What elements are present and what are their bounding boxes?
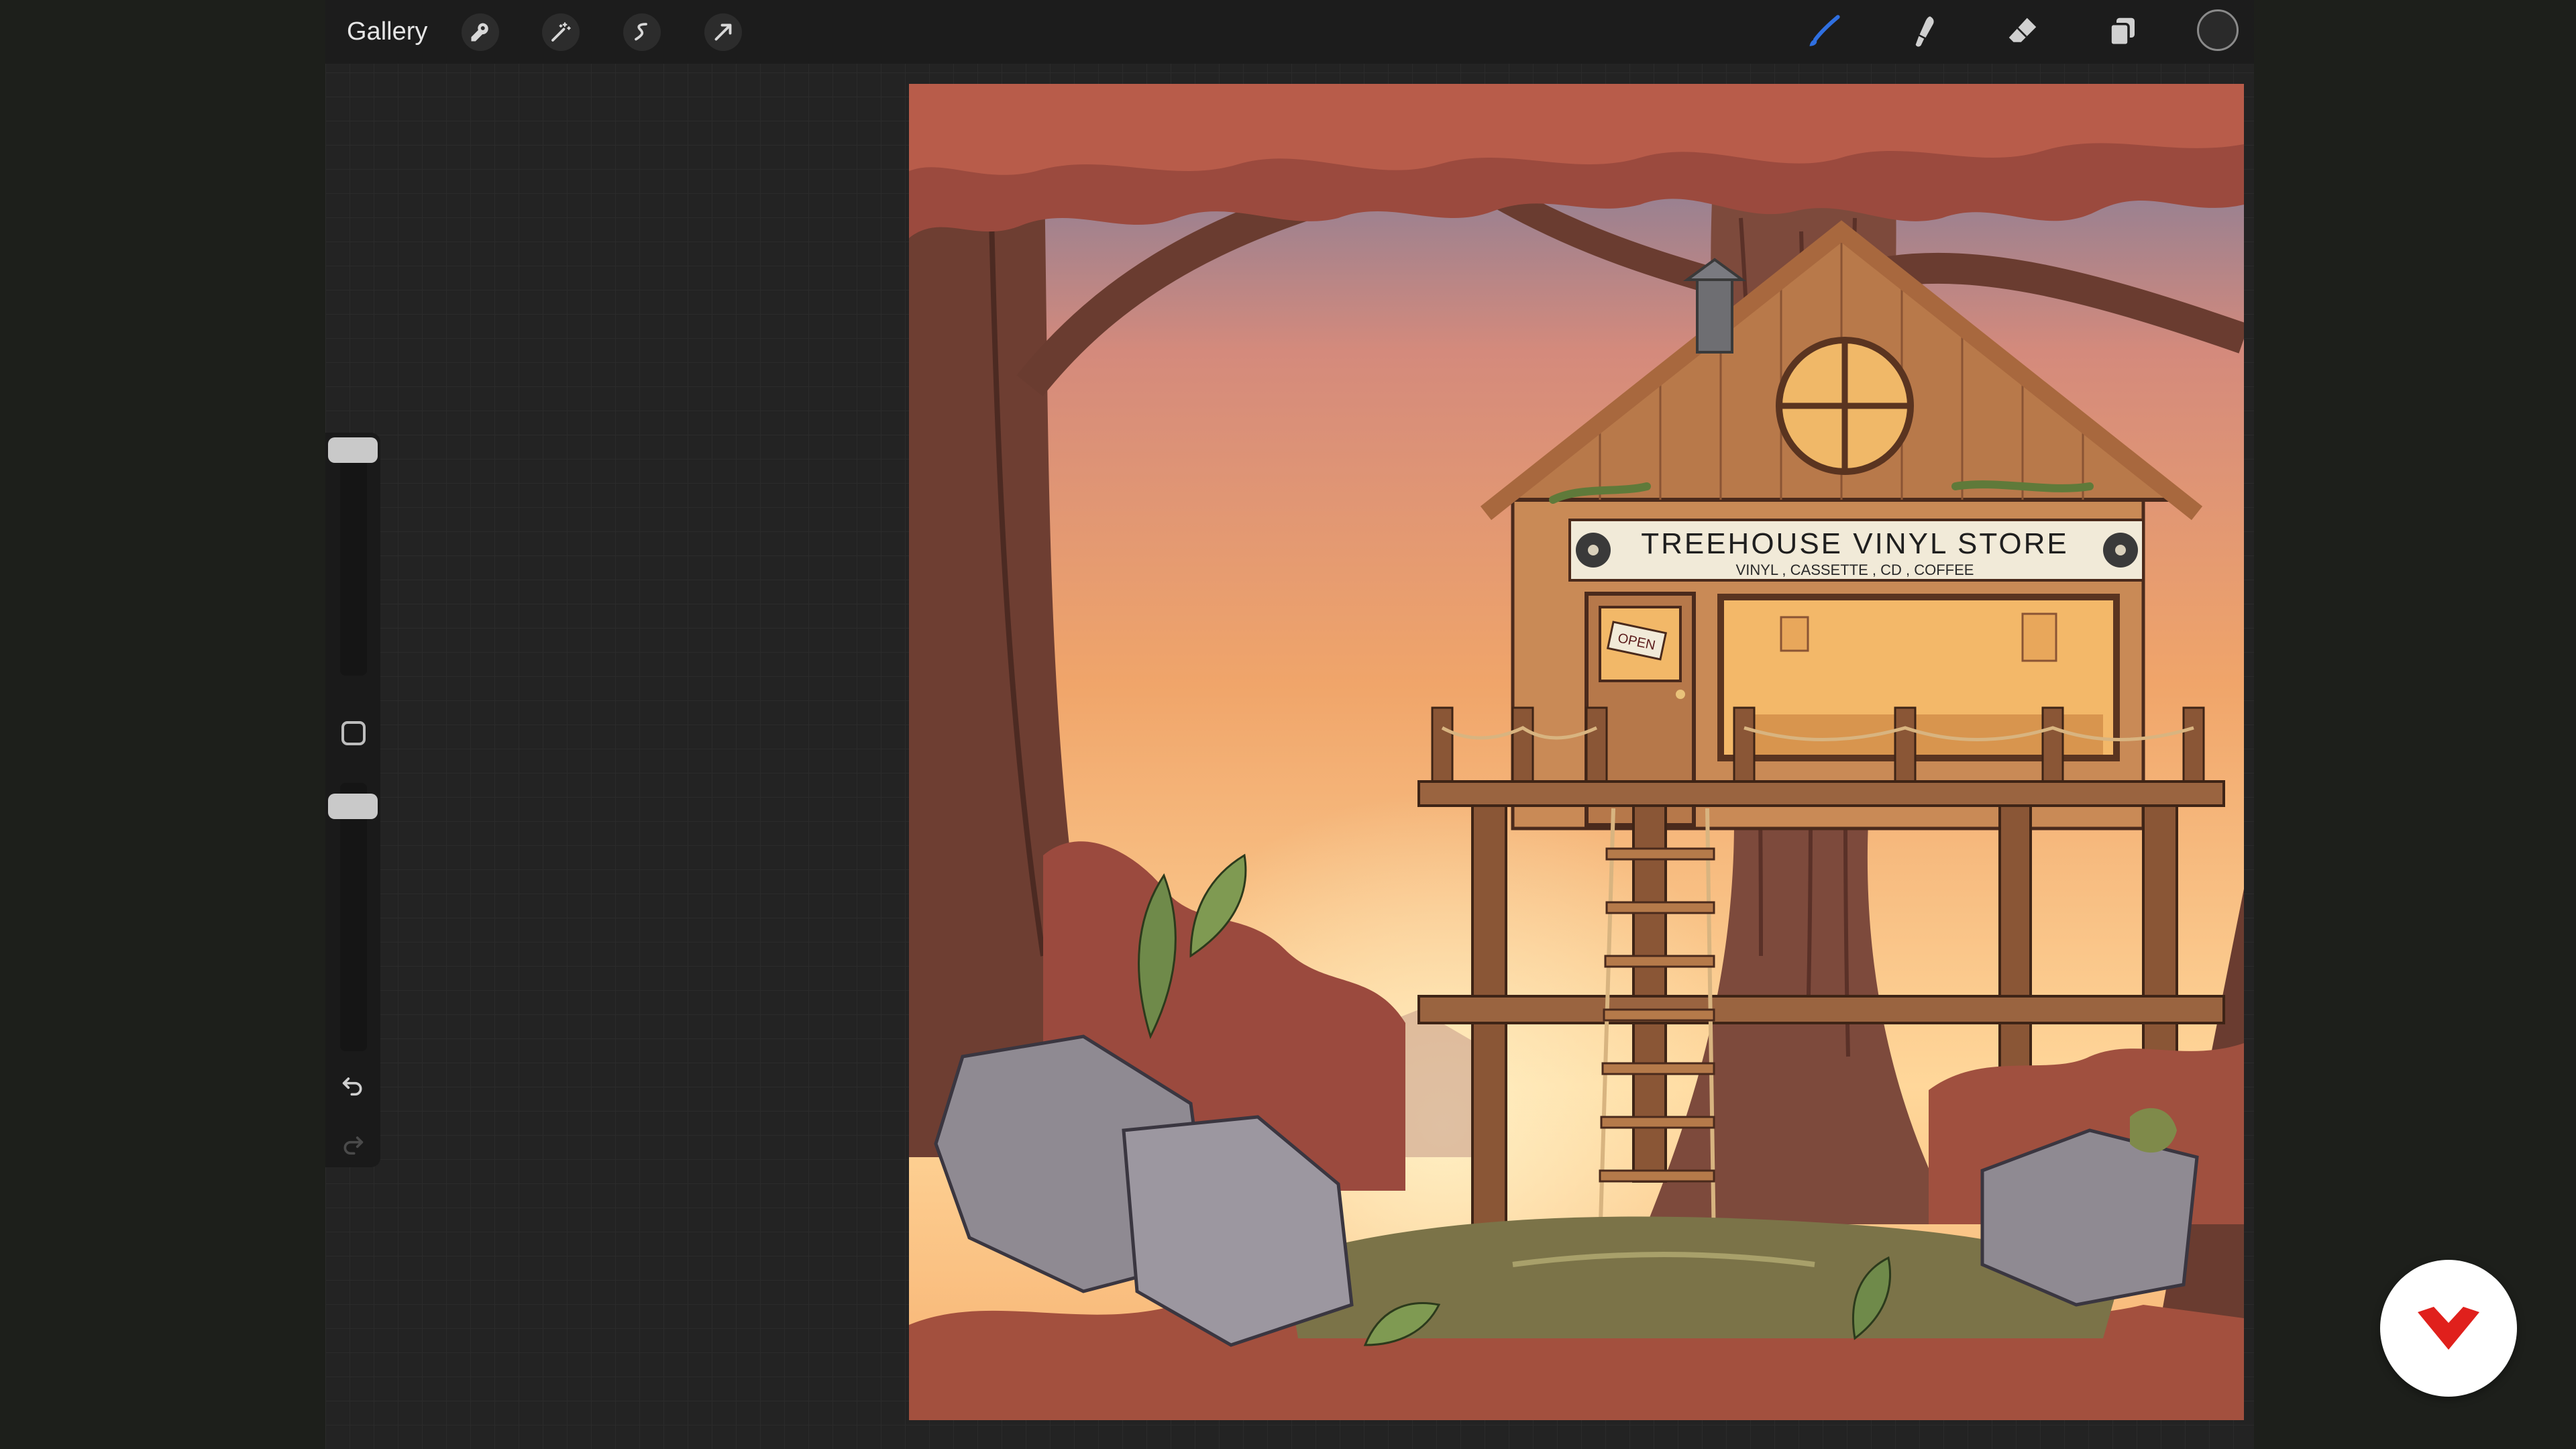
transform-arrow-icon (714, 23, 732, 41)
sign-title: TREEHOUSE VINYL STORE (1641, 527, 2069, 560)
adjustments-button[interactable] (542, 13, 580, 51)
modify-button[interactable] (341, 721, 366, 745)
layers-button[interactable] (2100, 9, 2145, 54)
selection-icon (635, 23, 647, 41)
top-toolbar: Gallery (325, 0, 2254, 64)
brush-tool-button[interactable] (1801, 9, 1845, 54)
undo-button[interactable] (333, 1066, 372, 1105)
transform-button[interactable] (704, 13, 742, 51)
logo-icon (2418, 1307, 2479, 1350)
eraser-tool-button[interactable] (2000, 9, 2045, 54)
opacity-slider[interactable] (340, 783, 367, 1051)
redo-button[interactable] (333, 1125, 372, 1164)
brush-size-handle[interactable] (328, 437, 378, 463)
selection-button[interactable] (623, 13, 661, 51)
opacity-handle[interactable] (328, 794, 378, 819)
redo-icon (343, 1136, 364, 1155)
undo-icon (342, 1077, 362, 1096)
left-backdrop (0, 0, 325, 1449)
color-picker-button[interactable] (2197, 9, 2239, 51)
procreate-app: Gallery TREEHOUSE VINYL STORE VINYL , CA… (325, 0, 2254, 1449)
right-backdrop (2254, 0, 2576, 1449)
treehouse-artwork: TREEHOUSE VINYL STORE VINYL , CASSETTE ,… (909, 84, 2244, 1420)
gallery-button[interactable]: Gallery (347, 0, 427, 64)
brush-icon (1809, 15, 1840, 46)
drawing-canvas[interactable]: TREEHOUSE VINYL STORE VINYL , CASSETTE ,… (909, 84, 2244, 1420)
left-sidebar (325, 433, 380, 1167)
wrench-icon (471, 23, 488, 42)
brush-size-slider[interactable] (340, 441, 367, 676)
layers-icon (2109, 17, 2135, 47)
watermark-badge[interactable] (2380, 1260, 2517, 1397)
smudge-tool-button[interactable] (1900, 9, 1945, 54)
smudge-icon (1915, 16, 1934, 47)
magic-wand-icon (551, 22, 571, 42)
actions-button[interactable] (462, 13, 499, 51)
sign-subtitle: VINYL , CASSETTE , CD , COFFEE (1736, 561, 1974, 578)
eraser-icon (2008, 17, 2037, 42)
